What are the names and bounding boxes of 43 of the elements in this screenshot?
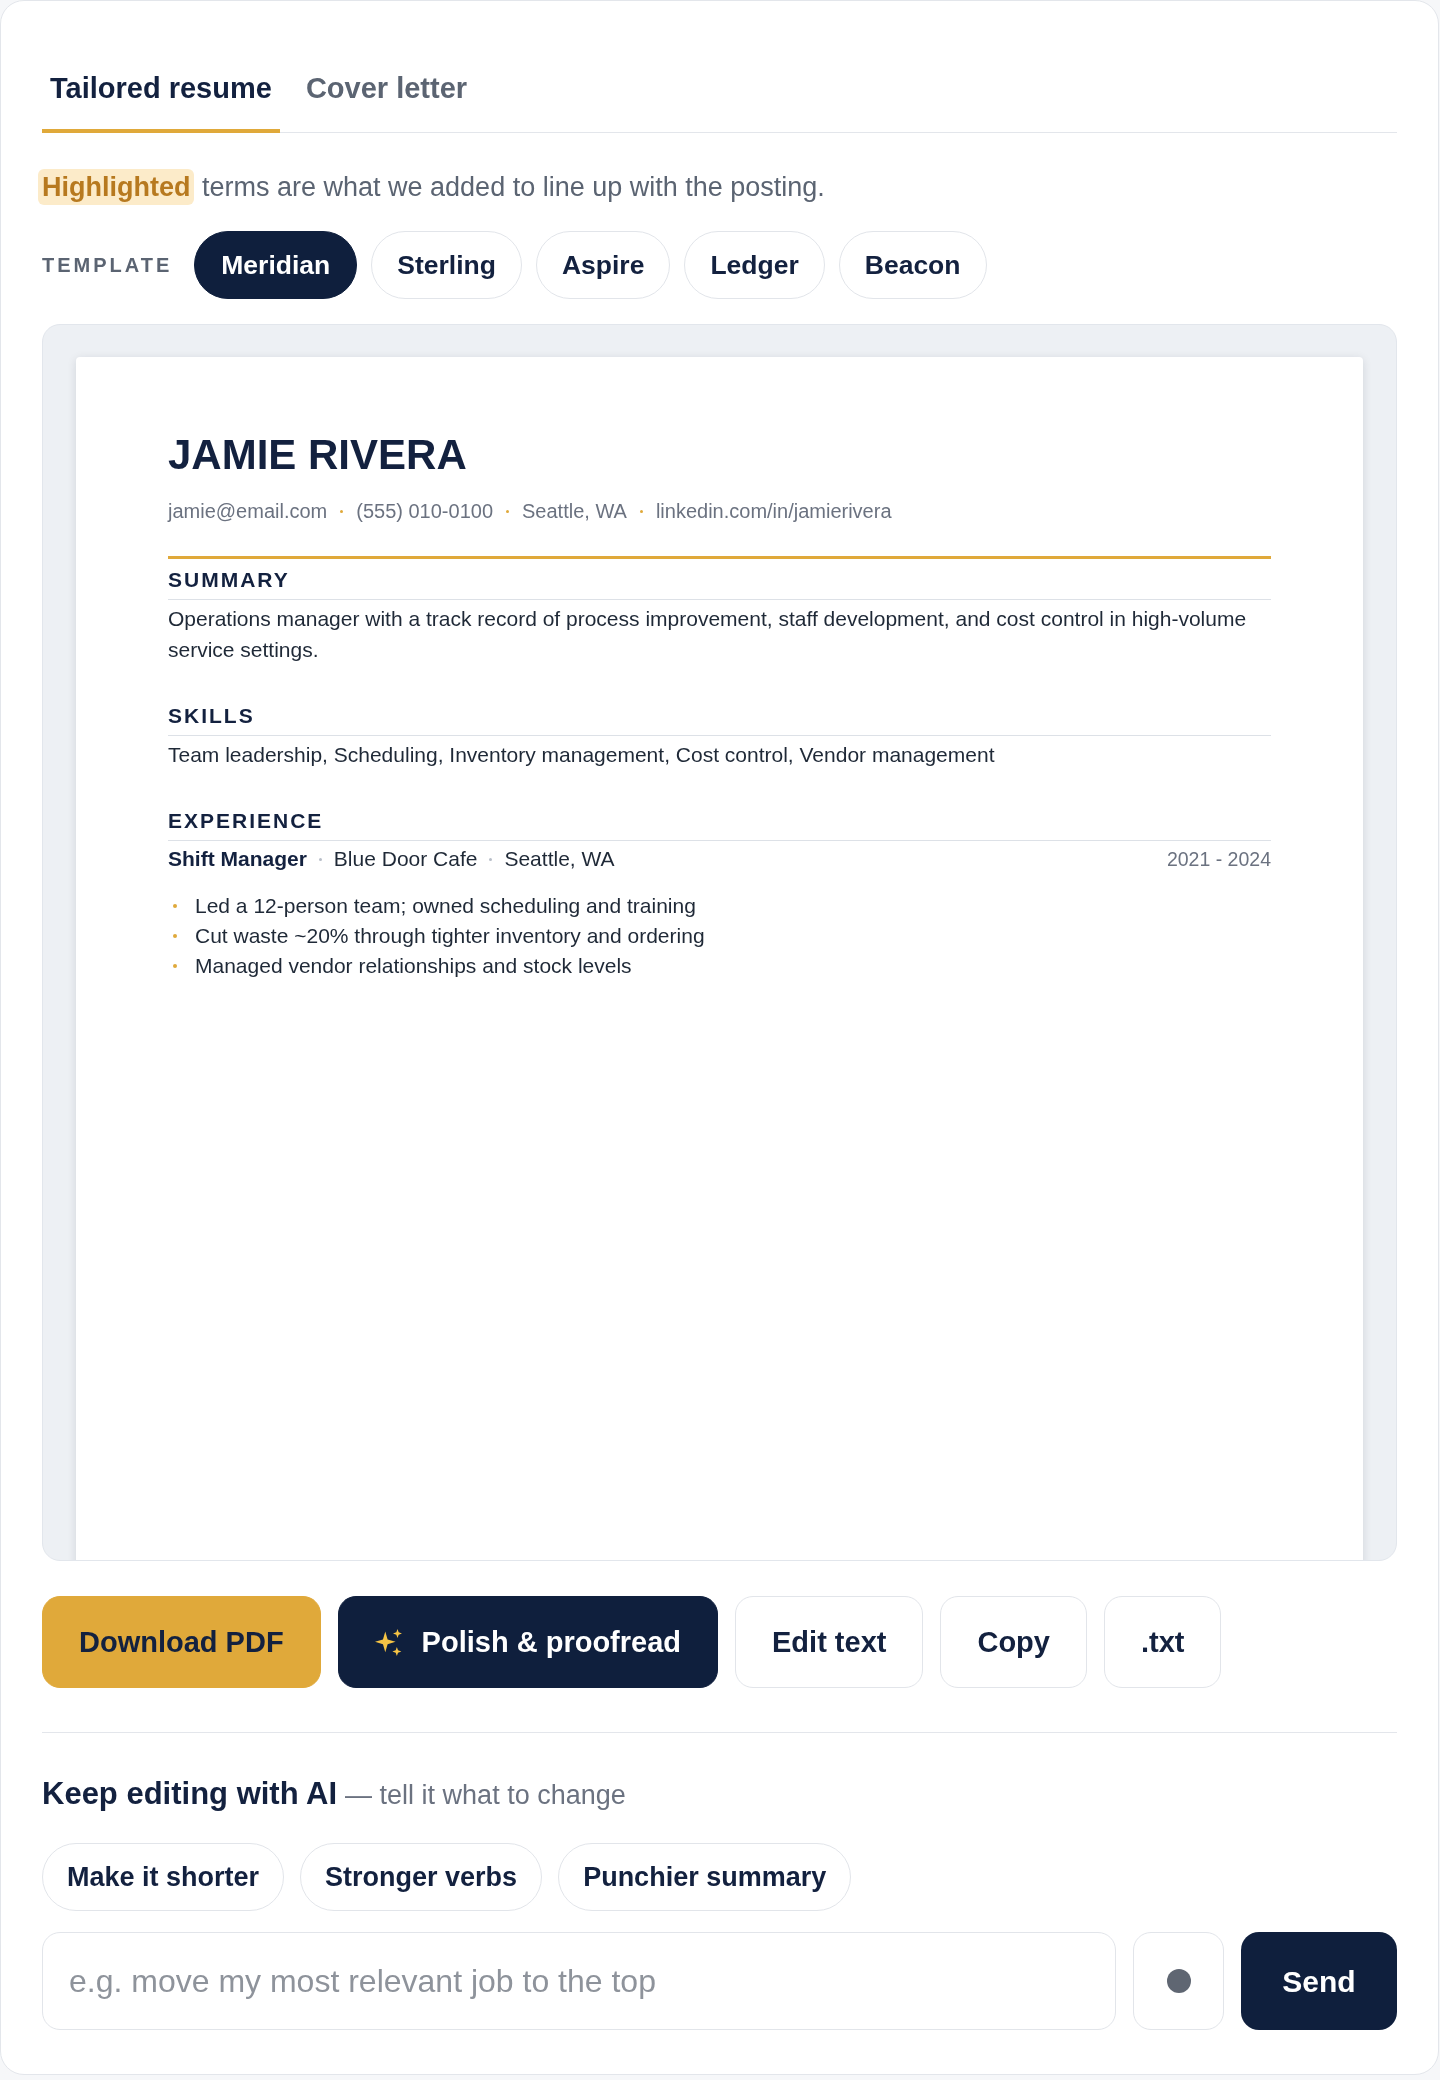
template-option[interactable]: Aspire xyxy=(535,231,671,299)
template-option[interactable]: Meridian xyxy=(194,231,358,299)
job-location: Seattle, WA xyxy=(504,846,615,872)
sparkle-icon xyxy=(374,1628,402,1656)
company-name: Blue Door Cafe xyxy=(333,846,478,872)
achievement-text: Cut waste ~20% through tighter inventory and ordering xyxy=(195,923,705,949)
dot-button[interactable] xyxy=(1133,1932,1224,2030)
suggestion-chip[interactable]: Stronger verbs xyxy=(300,1843,543,1911)
suggestion-chip[interactable]: Punchier summary xyxy=(558,1843,852,1911)
section-text: Team leadership, Scheduling, Inventory management, Cost control, Vendor management xyxy=(168,742,996,768)
action-button[interactable]: Download PDF xyxy=(42,1596,321,1688)
action-button[interactable]: Edit text xyxy=(735,1596,924,1688)
achievement-text: Managed vendor relationships and stock levels xyxy=(195,953,632,979)
template-option[interactable]: Ledger xyxy=(684,231,825,299)
action-button[interactable]: Copy xyxy=(940,1596,1087,1688)
tab[interactable]: Cover letter xyxy=(297,51,476,133)
job-title: Shift Manager xyxy=(168,846,307,872)
section-heading: SKILLS xyxy=(168,703,255,729)
tab[interactable]: Tailored resume xyxy=(42,51,280,133)
section-text: Operations manager with a track record of process improvement, staff development, and cost control in high-volume service settings. xyxy=(168,606,1248,663)
achievement-text: Led a 12-person team; owned scheduling and training xyxy=(195,893,696,919)
send-button[interactable]: Send xyxy=(1241,1932,1397,2030)
contact-info: linkedin.com/in/jamierivera xyxy=(655,499,892,524)
contact-info: jamie@email.com xyxy=(168,499,328,524)
section-title: Keep editing with AI xyxy=(42,1776,338,1812)
template-option[interactable]: Sterling xyxy=(371,231,522,299)
section-heading: EXPERIENCE xyxy=(168,808,324,834)
bullet-icon xyxy=(173,964,177,968)
message-input[interactable]: e.g. move my most relevant job to the top xyxy=(42,1932,1116,2030)
job-dates: 2021 - 2024 xyxy=(1166,847,1271,872)
suggestion-chip[interactable]: Make it shorter xyxy=(42,1843,285,1911)
contact-info: (555) 010-0100 xyxy=(356,499,493,524)
section-heading: SUMMARY xyxy=(168,567,290,593)
action-button[interactable]: Polish & proofread xyxy=(337,1596,719,1688)
template-option[interactable]: Beacon xyxy=(838,231,987,299)
contact-info: Seattle, WA xyxy=(522,499,627,524)
template-label: TEMPLATE xyxy=(42,253,173,277)
section-hint: — tell it what to change xyxy=(345,1779,626,1812)
action-button[interactable]: .txt xyxy=(1103,1596,1222,1688)
notice-text: Highlighted terms are what we added to line up with the posting. xyxy=(38,167,825,207)
bullet-icon xyxy=(173,934,177,938)
resume-name: JAMIE RIVERA xyxy=(168,431,467,479)
bullet-icon xyxy=(173,904,177,908)
